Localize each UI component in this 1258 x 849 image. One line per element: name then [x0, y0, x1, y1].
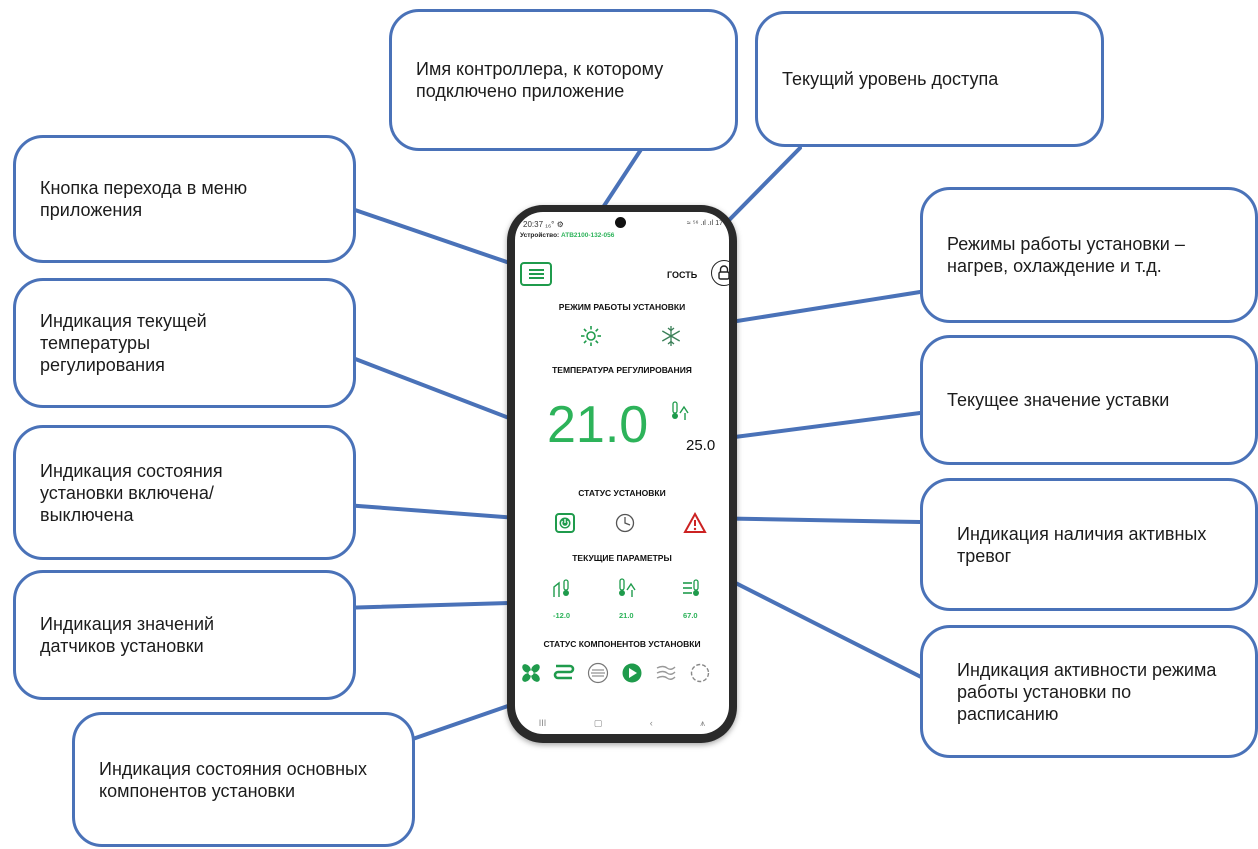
callout-operating-modes: Режимы работы установки – нагрев, охлажд… [920, 187, 1258, 323]
room-thermometer-icon [672, 401, 689, 420]
callout-schedule-activity: Индикация активности режима работы устан… [920, 625, 1258, 758]
temperature-title: ТЕМПЕРАТУРА РЕГУЛИРОВАНИЯ [552, 365, 692, 375]
room-thermometer-icon [619, 578, 636, 597]
callout-text: Индикация наличия активных тревог [957, 523, 1207, 566]
mode-title: РЕЖИМ РАБОТЫ УСТАНОВКИ [558, 302, 686, 312]
callout-menu-button: Кнопка перехода в меню приложения [13, 135, 356, 263]
front-camera [615, 217, 626, 228]
status-time: 20:37 ₁₆° ⚙ [523, 220, 564, 229]
callout-text: Текущий уровень доступа [782, 69, 999, 89]
params-title: ТЕКУЩИЕ ПАРАМЕТРЫ [572, 553, 672, 563]
callout-text: Индикация активности режима работы устан… [957, 659, 1217, 724]
callout-text: Текущее значение уставки [947, 390, 1170, 410]
nav-accessibility-button[interactable]: ⩚ [700, 718, 705, 729]
warning-icon[interactable] [683, 511, 707, 533]
callout-sensor-values: Индикация значений датчиков установки [13, 570, 356, 700]
nav-back-button[interactable]: ‹ [650, 718, 653, 728]
android-nav-bar: III ▢ ‹ ⩚ [515, 712, 729, 734]
callout-setpoint-value: Текущее значение уставки [920, 335, 1258, 465]
supply-temp-value: 67.0 [683, 611, 698, 620]
callout-text: Индикация состояния основных компонентов… [99, 758, 367, 801]
nav-home-button[interactable]: ▢ [594, 718, 603, 729]
callout-components-state: Индикация состояния основных компонентов… [72, 712, 415, 847]
callout-text: Имя контроллера, к которому подключено п… [416, 59, 664, 101]
access-level-button[interactable] [711, 260, 729, 286]
callout-active-alarms: Индикация наличия активных тревог [920, 478, 1258, 611]
heater-icon[interactable] [553, 662, 575, 684]
callout-text: Индикация текущей температуры регулирова… [40, 311, 207, 375]
snowflake-icon[interactable] [661, 326, 681, 346]
sun-icon[interactable] [581, 326, 601, 346]
outdoor-temp-value: -12.0 [553, 611, 571, 620]
smartphone: 20:37 ₁₆° ⚙ ≈ ⁵⁶ .ıl .ıl 17 Устройство: … [507, 205, 737, 743]
device-label: Устройство: [520, 232, 560, 239]
device-info: Устройство: ATB2100-132-056 [520, 232, 614, 239]
pump-icon[interactable] [621, 662, 643, 684]
app-screen: 20:37 ₁₆° ⚙ ≈ ⁵⁶ .ıl .ıl 17 Устройство: … [515, 212, 729, 734]
status-icons: ≈ ⁵⁶ .ıl .ıl 17 [686, 220, 723, 227]
callout-unit-state: Индикация состояния установки включена/в… [13, 425, 356, 560]
setpoint-value[interactable]: 25.0 [686, 437, 715, 454]
callout-text: Индикация значений датчиков установки [40, 614, 215, 656]
callout-text: Режимы работы установки – нагрев, охлажд… [947, 234, 1185, 276]
clock-icon [615, 513, 635, 533]
outdoor-thermometer-icon [553, 579, 569, 597]
airflow-icon [656, 665, 676, 680]
callout-text: Индикация состояния установки включена/в… [40, 460, 223, 525]
access-level-label: ГОСТЬ [667, 270, 698, 280]
components-title: СТАТУС КОМПОНЕНТОВ УСТАНОВКИ [543, 639, 701, 649]
callout-controller-name: Имя контроллера, к которому подключено п… [389, 9, 738, 151]
status-title: СТАТУС УСТАНОВКИ [578, 488, 666, 498]
current-temperature: 21.0 [547, 396, 649, 454]
power-icon[interactable] [555, 513, 575, 533]
recuperator-icon [690, 663, 710, 683]
hamburger-icon [528, 273, 544, 275]
menu-button[interactable] [520, 262, 552, 286]
callout-access-level: Текущий уровень доступа [755, 11, 1104, 147]
filter-icon [587, 662, 609, 684]
lock-icon [717, 264, 729, 280]
callout-text: Кнопка перехода в меню приложения [40, 178, 248, 220]
hamburger-icon [528, 277, 544, 279]
nav-recents-button[interactable]: III [539, 718, 547, 728]
hamburger-icon [528, 269, 544, 271]
supply-thermometer-icon [683, 579, 699, 596]
callout-current-temperature: Индикация текущей температуры регулирова… [13, 278, 356, 408]
device-name: ATB2100-132-056 [561, 232, 615, 239]
room-temp-value: 21.0 [619, 611, 634, 620]
fan-icon[interactable] [520, 662, 542, 684]
